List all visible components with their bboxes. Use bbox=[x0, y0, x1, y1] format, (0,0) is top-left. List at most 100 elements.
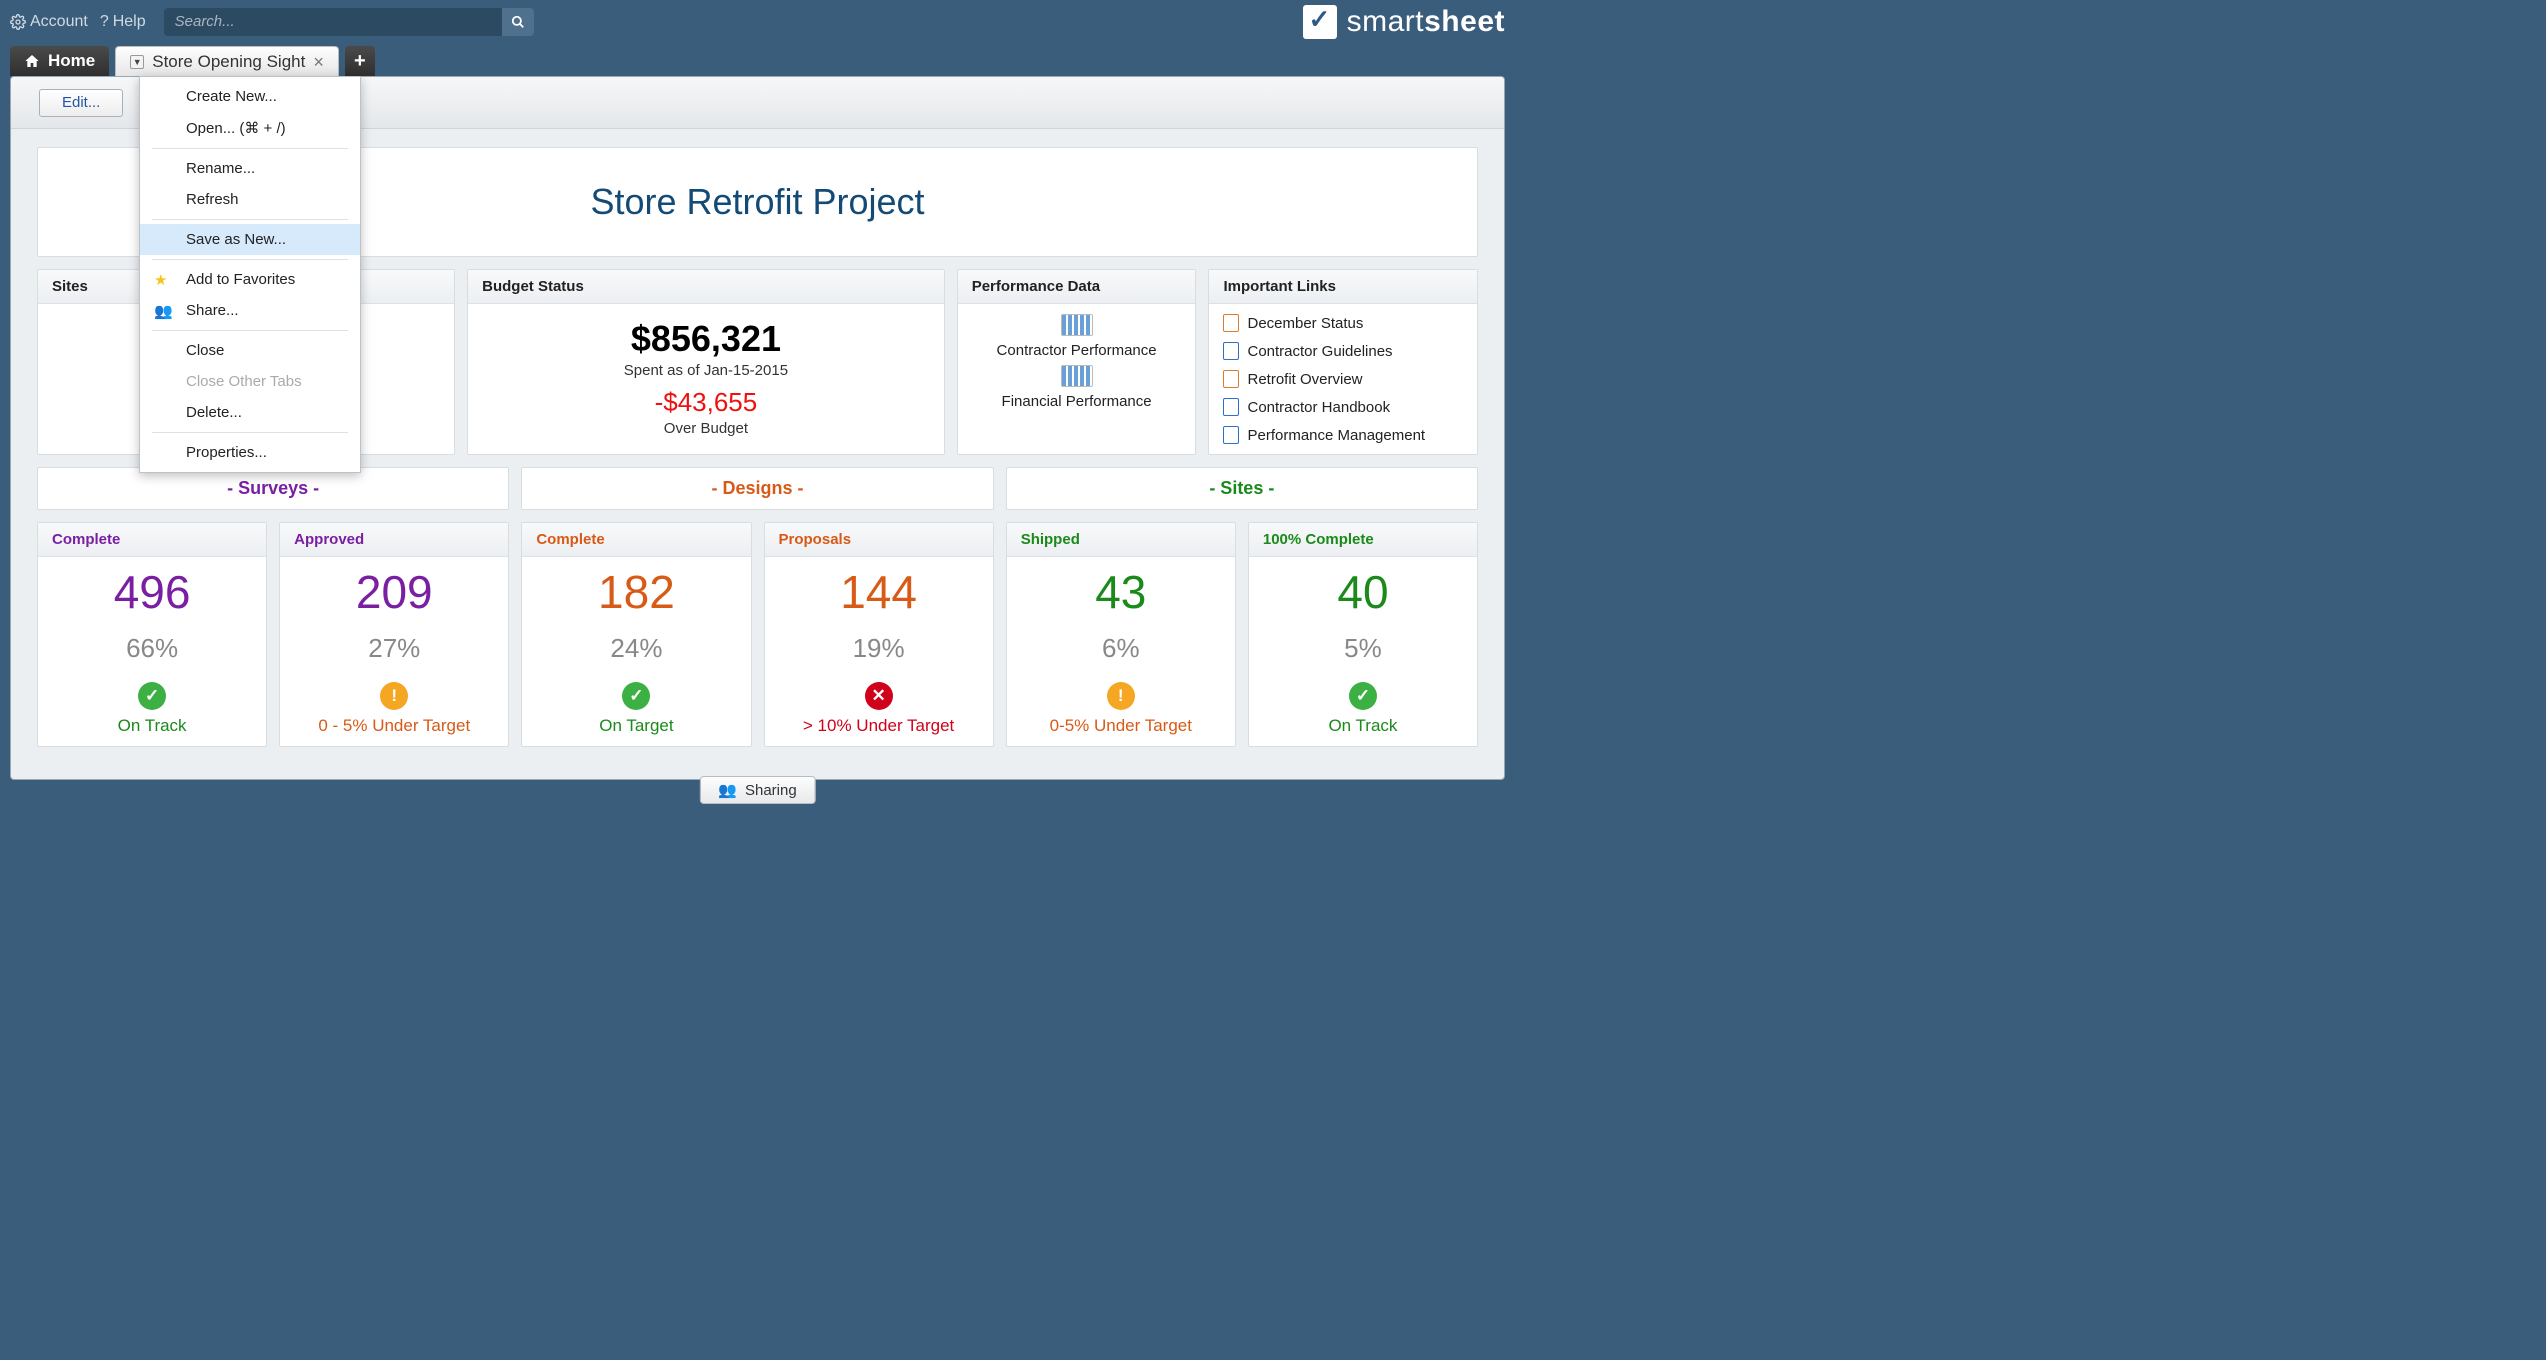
kpi-number: 43 bbox=[1013, 565, 1229, 619]
kpi-card: Complete18224%✓On Target bbox=[521, 522, 751, 747]
gear-icon bbox=[10, 14, 26, 30]
tab-add[interactable]: + bbox=[345, 46, 375, 76]
tab-home[interactable]: Home bbox=[10, 46, 109, 76]
kpi-card: Shipped 43 6%! 0-5% Under Target bbox=[1006, 522, 1236, 747]
people-icon: 👥 bbox=[718, 781, 737, 799]
people-icon: 👥 bbox=[154, 302, 173, 320]
budget-header: Budget Status bbox=[468, 270, 944, 304]
kpi-status-text: > 10% Under Target bbox=[771, 716, 987, 736]
kpi-card: 100% Complete 40 5% ✓ On Track bbox=[1248, 522, 1478, 747]
section-designs: - Designs - bbox=[521, 467, 993, 510]
section-sites-label: - Sites - bbox=[1209, 478, 1274, 498]
search-button[interactable] bbox=[502, 8, 534, 36]
section-designs-label: - Designs - bbox=[711, 478, 803, 498]
performance-widget: Performance Data Contractor Performance … bbox=[957, 269, 1197, 455]
star-icon: ★ bbox=[154, 271, 167, 289]
kpi-status-text: 0-5% Under Target bbox=[1013, 716, 1229, 736]
menu-add-favorites[interactable]: ★Add to Favorites bbox=[140, 264, 360, 295]
menu-delete[interactable]: Delete... bbox=[140, 397, 360, 428]
kpi-title: Approved bbox=[280, 523, 508, 557]
menu-save-as-new[interactable]: Save as New... bbox=[140, 224, 360, 255]
budget-spent-label: Spent as of Jan-15-2015 bbox=[478, 362, 934, 379]
kpi-number: 40 bbox=[1255, 565, 1471, 619]
menu-properties[interactable]: Properties... bbox=[140, 437, 360, 468]
kpi-percent: 27% bbox=[286, 633, 502, 664]
logo-check-icon bbox=[1303, 5, 1337, 39]
top-bar: Account ? Help smartsheet bbox=[0, 0, 1515, 43]
status-warn-icon: ! bbox=[1107, 682, 1135, 710]
kpi-status-text: On Target bbox=[528, 716, 744, 736]
tab-active[interactable]: ▼ Store Opening Sight × bbox=[115, 46, 339, 76]
report-icon[interactable] bbox=[1061, 365, 1093, 387]
kpi-percent: 24% bbox=[528, 633, 744, 664]
doc-file-icon bbox=[1223, 342, 1239, 360]
link-label: December Status bbox=[1247, 315, 1363, 332]
budget-spent: $856,321 bbox=[478, 318, 934, 360]
menu-separator bbox=[152, 330, 348, 331]
menu-close[interactable]: Close bbox=[140, 335, 360, 366]
link-item[interactable]: Performance Management bbox=[1223, 426, 1463, 444]
menu-share-label: Share... bbox=[186, 302, 239, 319]
menu-separator bbox=[152, 259, 348, 260]
kpi-percent: 5% bbox=[1255, 633, 1471, 664]
status-ok-icon: ✓ bbox=[1349, 682, 1377, 710]
plus-icon: + bbox=[354, 50, 366, 73]
kpi-card: Proposals14419%✕> 10% Under Target bbox=[764, 522, 994, 747]
status-warn-icon: ! bbox=[380, 682, 408, 710]
links-widget: Important Links December Status Contracto… bbox=[1208, 269, 1478, 455]
home-icon bbox=[24, 53, 40, 69]
account-label: Account bbox=[30, 13, 88, 31]
kpi-number: 144 bbox=[771, 565, 987, 619]
section-surveys-label: - Surveys - bbox=[227, 478, 319, 498]
link-item[interactable]: Contractor Handbook bbox=[1223, 398, 1463, 416]
links-header: Important Links bbox=[1209, 270, 1477, 304]
menu-create-new[interactable]: Create New... bbox=[140, 81, 360, 112]
link-label: Performance Management bbox=[1247, 427, 1425, 444]
kpi-status-text: On Track bbox=[1255, 716, 1471, 736]
ppt-file-icon bbox=[1223, 370, 1239, 388]
contractor-perf-link[interactable]: Contractor Performance bbox=[997, 342, 1157, 359]
menu-refresh[interactable]: Refresh bbox=[140, 184, 360, 215]
kpi-percent: 19% bbox=[771, 633, 987, 664]
financial-perf-link[interactable]: Financial Performance bbox=[1002, 393, 1152, 410]
account-link[interactable]: Account bbox=[10, 13, 88, 31]
kpi-card: Approved20927%!0 - 5% Under Target bbox=[279, 522, 509, 747]
kpi-title: 100% Complete bbox=[1249, 523, 1477, 557]
performance-header: Performance Data bbox=[958, 270, 1196, 304]
menu-rename[interactable]: Rename... bbox=[140, 153, 360, 184]
tab-close-icon[interactable]: × bbox=[313, 53, 324, 71]
menu-share[interactable]: 👥 Share... bbox=[140, 295, 360, 326]
kpi-title: Proposals bbox=[765, 523, 993, 557]
link-item[interactable]: December Status bbox=[1223, 314, 1463, 332]
kpi-number: 209 bbox=[286, 565, 502, 619]
kpi-percent: 6% bbox=[1013, 633, 1229, 664]
link-item[interactable]: Retrofit Overview bbox=[1223, 370, 1463, 388]
status-ok-icon: ✓ bbox=[138, 682, 166, 710]
tab-home-label: Home bbox=[48, 51, 95, 71]
status-ok-icon: ✓ bbox=[622, 682, 650, 710]
kpi-number: 496 bbox=[44, 565, 260, 619]
app-logo: smartsheet bbox=[1303, 5, 1505, 39]
ppt-file-icon bbox=[1223, 314, 1239, 332]
search-field bbox=[164, 8, 534, 36]
tab-menu-caret[interactable]: ▼ bbox=[130, 55, 144, 69]
link-label: Contractor Guidelines bbox=[1247, 343, 1392, 360]
link-item[interactable]: Contractor Guidelines bbox=[1223, 342, 1463, 360]
kpi-status-text: On Track bbox=[44, 716, 260, 736]
menu-separator bbox=[152, 432, 348, 433]
tab-strip: Home ▼ Store Opening Sight × + bbox=[0, 43, 1515, 76]
edit-button[interactable]: Edit... bbox=[39, 89, 123, 117]
report-icon[interactable] bbox=[1061, 314, 1093, 336]
budget-widget: Budget Status $856,321 Spent as of Jan-1… bbox=[467, 269, 945, 455]
menu-open[interactable]: Open... (⌘ + /) bbox=[140, 112, 360, 144]
kpi-card: Complete49666%✓On Track bbox=[37, 522, 267, 747]
help-link[interactable]: ? Help bbox=[100, 13, 146, 31]
logo-text-bold: sheet bbox=[1424, 5, 1505, 39]
section-row: - Surveys - - Designs - - Sites - bbox=[37, 467, 1478, 510]
section-sites: - Sites - bbox=[1006, 467, 1478, 510]
sharing-button[interactable]: 👥 Sharing bbox=[699, 776, 815, 804]
tab-active-label: Store Opening Sight bbox=[152, 52, 305, 72]
kpi-title: Shipped bbox=[1007, 523, 1235, 557]
search-input[interactable] bbox=[164, 8, 534, 36]
sharing-label: Sharing bbox=[745, 782, 797, 799]
